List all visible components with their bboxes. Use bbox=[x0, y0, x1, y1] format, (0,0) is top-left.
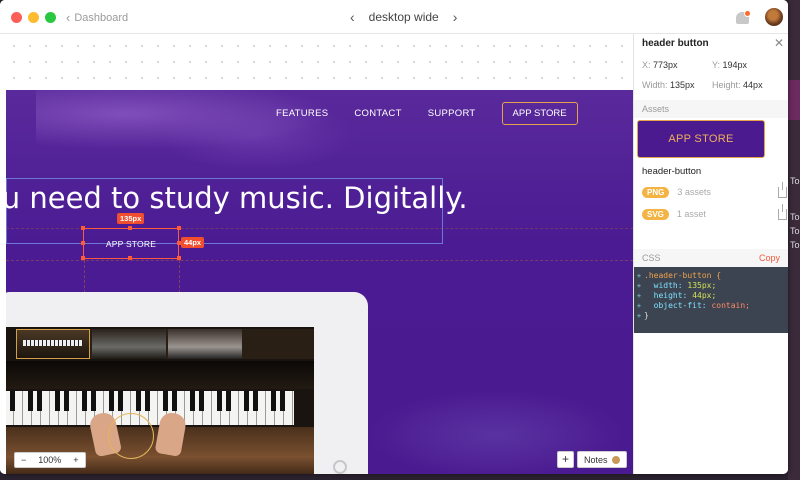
desktop-text-fragment: To bbox=[790, 240, 800, 250]
desktop-text-fragment: To bbox=[790, 176, 800, 186]
css-close-brace: } bbox=[644, 311, 649, 320]
width-value[interactable]: 135px bbox=[670, 80, 695, 90]
guide-line bbox=[6, 260, 633, 261]
copy-css-button[interactable]: Copy bbox=[759, 253, 780, 263]
desktop-text-fragment: To bbox=[790, 226, 800, 236]
add-button[interactable]: + bbox=[557, 451, 574, 468]
width-measure-tag: 135px bbox=[117, 213, 145, 224]
x-value[interactable]: 773px bbox=[653, 60, 678, 70]
piano-keys-thumb bbox=[23, 340, 83, 346]
tablet-mockup bbox=[6, 292, 368, 474]
screen-switcher: ‹ desktop wide › bbox=[350, 9, 457, 25]
close-icon[interactable]: ✕ bbox=[774, 36, 784, 50]
notes-button[interactable]: Notes bbox=[577, 451, 627, 468]
width-label: Width: bbox=[642, 80, 668, 90]
height-value[interactable]: 44px bbox=[743, 80, 763, 90]
x-label: X: bbox=[642, 60, 651, 70]
avatar[interactable] bbox=[765, 8, 783, 26]
layer-geometry: X: 773px Y: 194px Width: 135px Height: 4… bbox=[634, 54, 788, 96]
export-icon[interactable] bbox=[778, 204, 787, 220]
resize-handle[interactable] bbox=[81, 256, 85, 260]
selected-header-button[interactable]: APP STORE bbox=[83, 228, 179, 259]
height-label: Height: bbox=[712, 80, 741, 90]
video-thumbnail-strip bbox=[16, 329, 314, 359]
title-bar: ‹ Dashboard ‹ desktop wide › bbox=[0, 0, 788, 34]
video-thumbnail[interactable] bbox=[16, 329, 90, 359]
video-thumbnail[interactable] bbox=[92, 329, 166, 359]
minimize-window-button[interactable] bbox=[28, 12, 39, 23]
resize-handle[interactable] bbox=[81, 241, 85, 245]
resize-handle[interactable] bbox=[177, 256, 181, 260]
back-label: Dashboard bbox=[74, 11, 129, 24]
zoom-in-button[interactable]: + bbox=[67, 455, 84, 465]
y-value[interactable]: 194px bbox=[723, 60, 748, 70]
inspector-panel: header button ✕ X: 773px Y: 194px Width:… bbox=[633, 34, 788, 474]
back-to-dashboard-link[interactable]: ‹ Dashboard bbox=[66, 10, 128, 25]
css-prop: object-fit: bbox=[653, 301, 707, 310]
layer-name: header button bbox=[642, 38, 709, 49]
resize-handle[interactable] bbox=[177, 226, 181, 230]
artboard[interactable]: FEATURES CONTACT SUPPORT APP STORE ou ne… bbox=[6, 90, 633, 474]
nav-link-contact[interactable]: CONTACT bbox=[354, 108, 401, 119]
hero-headline[interactable]: ou need to study music. Digitally. bbox=[6, 181, 468, 215]
export-icon[interactable] bbox=[778, 182, 787, 198]
notes-label: Notes bbox=[584, 454, 608, 465]
resize-handle[interactable] bbox=[128, 226, 132, 230]
notification-icon[interactable] bbox=[736, 10, 751, 26]
next-screen-button[interactable]: › bbox=[453, 9, 458, 25]
app-window: ‹ Dashboard ‹ desktop wide › FEATURES CO… bbox=[0, 0, 788, 474]
desktop-stripe bbox=[788, 80, 800, 120]
zoom-out-button[interactable]: − bbox=[15, 455, 32, 465]
css-value: contain; bbox=[711, 301, 750, 310]
canvas-dot-grid bbox=[0, 34, 633, 90]
asset-preview[interactable]: APP STORE bbox=[637, 120, 765, 158]
piano-body bbox=[6, 361, 314, 389]
screen-title: desktop wide bbox=[368, 10, 439, 24]
y-label: Y: bbox=[712, 60, 721, 70]
asset-name: header-button bbox=[642, 166, 702, 177]
notification-dot bbox=[744, 10, 751, 17]
piano-black-keys bbox=[6, 391, 294, 411]
resize-handle[interactable] bbox=[81, 226, 85, 230]
css-prop: height: bbox=[653, 291, 688, 300]
resize-handle[interactable] bbox=[128, 256, 132, 260]
app-store-button[interactable]: APP STORE bbox=[501, 102, 578, 125]
tablet-home-button bbox=[333, 460, 347, 474]
chevron-left-icon: ‹ bbox=[66, 10, 71, 25]
height-measure-tag: 44px bbox=[181, 237, 205, 248]
nav-link-support[interactable]: SUPPORT bbox=[428, 108, 476, 119]
css-prop: width: bbox=[653, 281, 683, 290]
png-asset-count: 3 assets bbox=[677, 187, 711, 197]
site-nav: FEATURES CONTACT SUPPORT APP STORE bbox=[276, 102, 578, 125]
css-value: 135px; bbox=[687, 281, 717, 290]
css-label: CSS bbox=[642, 253, 661, 263]
png-badge: PNG bbox=[642, 186, 670, 198]
svg-asset-count: 1 asset bbox=[676, 209, 706, 219]
desktop-text-fragment: To bbox=[790, 212, 800, 222]
assets-section-label: Assets bbox=[634, 100, 788, 118]
close-window-button[interactable] bbox=[11, 12, 22, 23]
maximize-window-button[interactable] bbox=[45, 12, 56, 23]
css-value: 44px; bbox=[692, 291, 717, 300]
desktop-background: To To To To bbox=[788, 0, 800, 480]
svg-badge: SVG bbox=[642, 208, 669, 220]
focus-ring bbox=[108, 413, 154, 459]
svg-asset-row[interactable]: SVG 1 asset bbox=[642, 204, 787, 222]
png-asset-row[interactable]: PNG 3 assets bbox=[642, 182, 787, 200]
zoom-level: 100% bbox=[38, 455, 62, 465]
zoom-control: − 100% + bbox=[14, 452, 86, 468]
previous-screen-button[interactable]: ‹ bbox=[350, 9, 355, 25]
design-canvas[interactable]: FEATURES CONTACT SUPPORT APP STORE ou ne… bbox=[0, 34, 633, 474]
nav-link-features[interactable]: FEATURES bbox=[276, 108, 328, 119]
css-selector: .header-button { bbox=[644, 271, 722, 280]
css-code-block[interactable]: + .header-button { + width: 135px; + heig… bbox=[634, 267, 788, 333]
css-section-label: CSS Copy bbox=[634, 249, 788, 267]
notes-icon bbox=[611, 455, 620, 464]
video-thumbnail[interactable] bbox=[168, 329, 242, 359]
